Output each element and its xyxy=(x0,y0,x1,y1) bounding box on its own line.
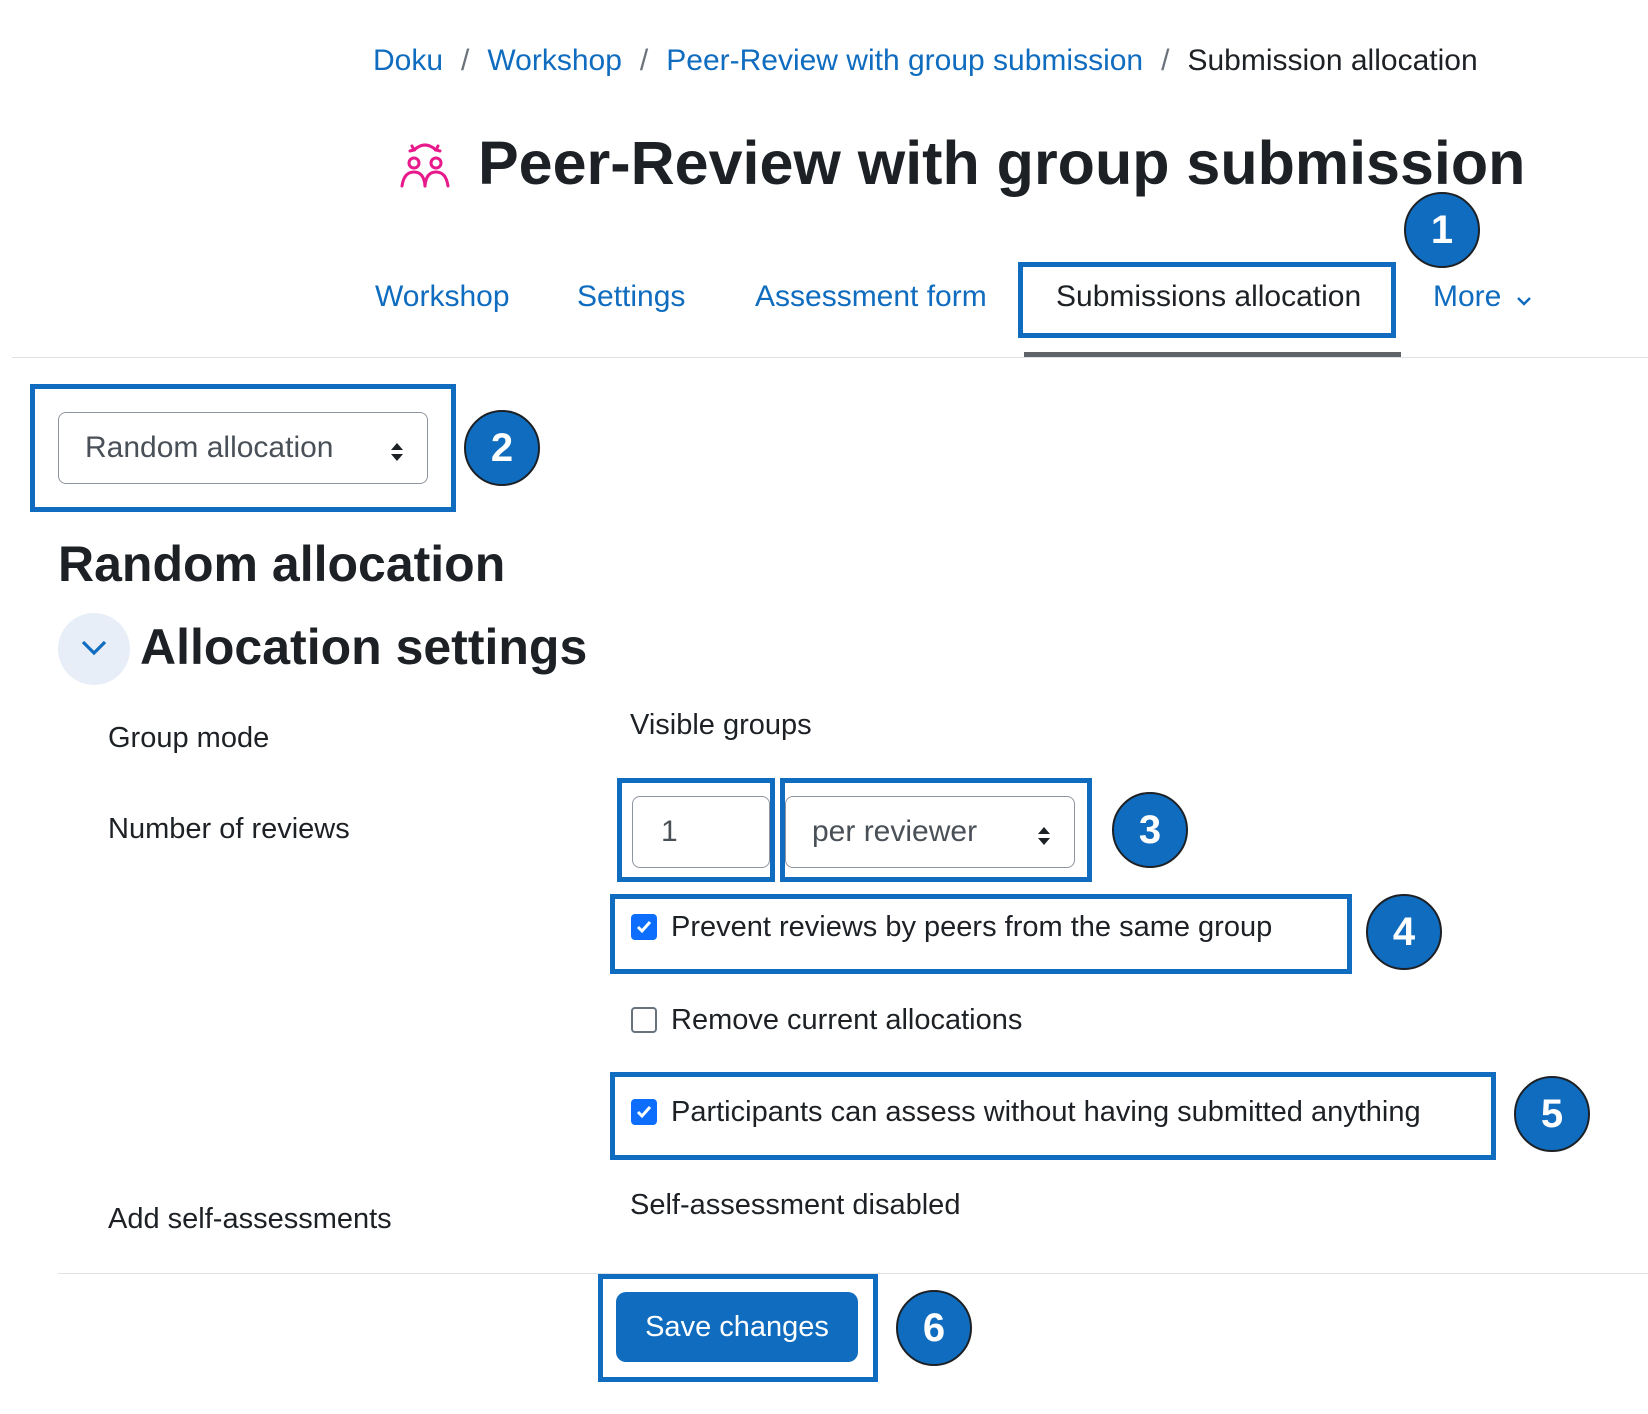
number-of-reviews-label: Number of reviews xyxy=(108,813,350,845)
annotation-badge-6: 6 xyxy=(896,1290,972,1366)
page-title: Peer-Review with group submission xyxy=(478,129,1526,197)
checkmark-icon xyxy=(636,1106,652,1119)
prevent-same-group-label: Prevent reviews by peers from the same g… xyxy=(671,911,1273,943)
secondary-navigation: Workshop Settings Assessment form Submis… xyxy=(0,270,1648,358)
assess-without-submission-label: Participants can assess without having s… xyxy=(671,1096,1421,1128)
allocation-settings-heading: Allocation settings xyxy=(140,619,588,675)
self-assessments-label: Add self-assessments xyxy=(108,1203,392,1235)
chevron-down-icon xyxy=(1516,281,1532,315)
prevent-same-group-checkbox[interactable] xyxy=(631,914,657,940)
workshop-icon xyxy=(396,136,454,194)
divider xyxy=(12,357,1648,358)
checkmark-icon xyxy=(636,921,652,934)
tab-workshop[interactable]: Workshop xyxy=(375,280,510,314)
tab-more[interactable]: More xyxy=(1433,280,1532,315)
self-assessments-value: Self-assessment disabled xyxy=(630,1189,961,1221)
highlight-box-1 xyxy=(1018,262,1396,338)
annotation-badge-2: 2 xyxy=(464,410,540,486)
remove-current-allocations-label: Remove current allocations xyxy=(671,1004,1023,1036)
breadcrumb-separator: / xyxy=(639,44,649,77)
breadcrumb-separator: / xyxy=(1161,44,1170,77)
save-changes-button[interactable]: Save changes xyxy=(616,1292,858,1362)
number-of-reviews-input[interactable]: 1 xyxy=(632,796,770,868)
annotation-badge-4: 4 xyxy=(1366,894,1442,970)
collapse-toggle[interactable] xyxy=(58,613,130,685)
assess-without-submission-checkbox[interactable] xyxy=(631,1099,657,1125)
breadcrumb-link-activity[interactable]: Peer-Review with group submission xyxy=(666,44,1143,78)
tab-assessment-form[interactable]: Assessment form xyxy=(755,280,987,314)
breadcrumb-separator: / xyxy=(461,44,470,77)
group-mode-label: Group mode xyxy=(108,722,270,754)
tab-more-label: More xyxy=(1433,280,1502,313)
chevron-down-icon xyxy=(79,637,109,662)
remove-current-allocations-checkbox[interactable] xyxy=(631,1007,657,1033)
allocation-method-selected: Random allocation xyxy=(85,431,334,464)
breadcrumb-current: Submission allocation xyxy=(1187,44,1478,77)
reviews-mode-selected: per reviewer xyxy=(812,815,978,848)
select-arrows-icon xyxy=(389,437,405,461)
breadcrumb-link-doku[interactable]: Doku xyxy=(373,44,443,78)
breadcrumb: Doku / Workshop / Peer-Review with group… xyxy=(373,44,1478,78)
section-heading: Random allocation xyxy=(58,536,506,592)
reviews-mode-select[interactable]: per reviewer xyxy=(785,796,1075,868)
allocation-method-select[interactable]: Random allocation xyxy=(58,412,428,484)
annotation-badge-5: 5 xyxy=(1514,1076,1590,1152)
select-arrows-icon xyxy=(1036,821,1052,845)
breadcrumb-link-workshop[interactable]: Workshop xyxy=(487,44,622,78)
annotation-badge-1: 1 xyxy=(1404,192,1480,268)
tab-settings[interactable]: Settings xyxy=(577,280,685,314)
annotation-badge-3: 3 xyxy=(1112,792,1188,868)
group-mode-value: Visible groups xyxy=(630,709,812,741)
